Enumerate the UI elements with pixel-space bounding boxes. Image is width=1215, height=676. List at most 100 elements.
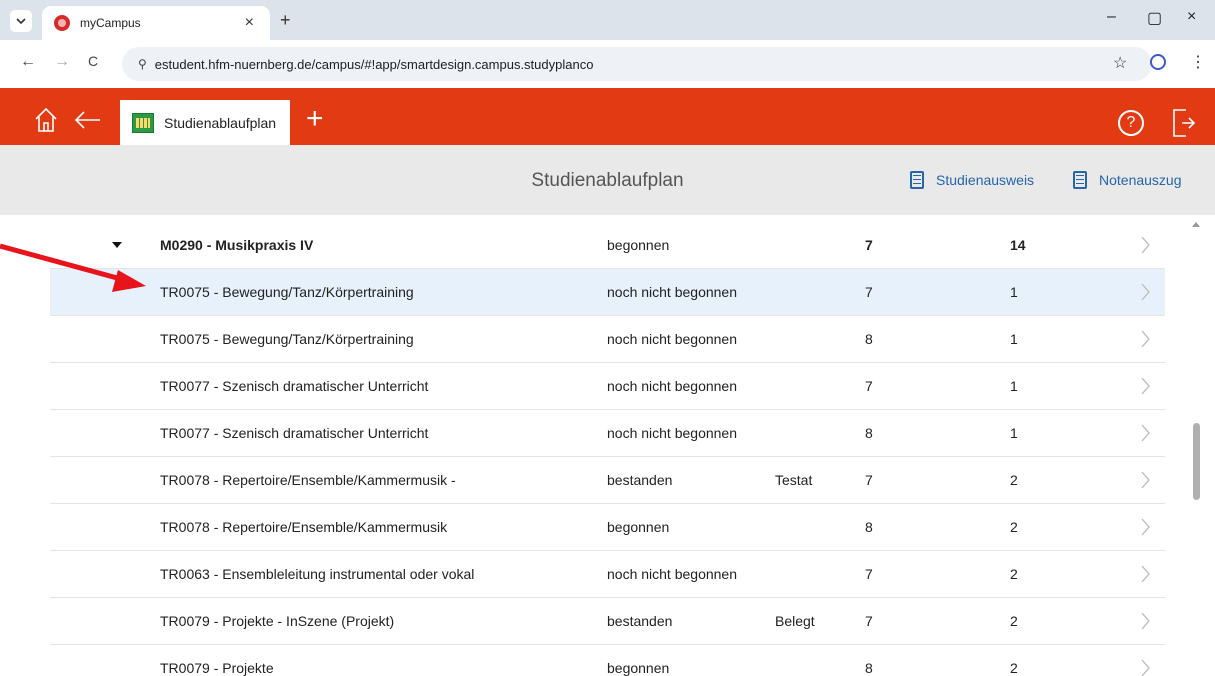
course-name: TR0077 - Szenisch dramatischer Unterrich… [160, 378, 429, 394]
notenauszug-label: Notenauszug [1099, 172, 1182, 188]
course-cp: 2 [1010, 566, 1018, 582]
table-row[interactable]: TR0079 - Projekte - InSzene (Projekt) be… [50, 598, 1165, 645]
module-status: begonnen [607, 237, 670, 253]
chevron-right-icon[interactable] [1140, 471, 1150, 489]
course-cp: 1 [1010, 331, 1018, 347]
course-status: noch nicht begonnen [607, 566, 737, 582]
course-status: begonnen [607, 660, 670, 676]
course-name: TR0078 - Repertoire/Ensemble/Kammermusik… [160, 472, 456, 488]
course-semester: 8 [865, 519, 873, 535]
course-grade: Testat [775, 472, 813, 488]
collapse-caret-icon[interactable] [112, 242, 122, 248]
course-semester: 8 [865, 331, 873, 347]
course-name: TR0075 - Bewegung/Tanz/Körpertraining [160, 284, 414, 300]
address-bar[interactable]: ⚲ estudent.hfm-nuernberg.de/campus/#!app… [122, 47, 1152, 81]
course-name: TR0079 - Projekte - InSzene (Projekt) [160, 613, 395, 629]
document-icon [1073, 171, 1087, 189]
window-close-button[interactable]: × [1187, 8, 1196, 26]
chevron-right-icon[interactable] [1140, 565, 1150, 583]
browser-tabstrip: myCampus × + – ▢ × [0, 0, 1215, 40]
module-group-row[interactable]: M0290 - Musikpraxis IV begonnen 7 14 [50, 222, 1165, 269]
course-cp: 1 [1010, 378, 1018, 394]
course-name: TR0078 - Repertoire/Ensemble/Kammermusik [160, 519, 448, 535]
home-icon[interactable] [34, 107, 58, 133]
course-semester: 8 [865, 660, 873, 676]
course-status: bestanden [607, 613, 673, 629]
studienausweis-button[interactable]: Studienausweis [910, 171, 1034, 189]
course-status: bestanden [607, 472, 673, 488]
course-status: noch nicht begonnen [607, 284, 737, 300]
new-tab-button[interactable]: + [280, 10, 291, 31]
reload-button[interactable]: C [88, 53, 98, 69]
course-cp: 2 [1010, 519, 1018, 535]
table-row[interactable]: TR0063 - Ensembleleitung instrumental od… [50, 551, 1165, 598]
back-button[interactable]: ← [20, 53, 36, 71]
table-icon [132, 112, 154, 133]
profile-avatar-icon[interactable] [1150, 54, 1166, 70]
document-icon [910, 171, 924, 189]
back-arrow-icon[interactable] [74, 110, 102, 130]
site-info-icon[interactable]: ⚲ [138, 57, 147, 71]
table-row[interactable]: TR0078 - Repertoire/Ensemble/Kammermusik… [50, 504, 1165, 551]
course-status: begonnen [607, 519, 670, 535]
course-status: noch nicht begonnen [607, 378, 737, 394]
logout-icon[interactable] [1172, 108, 1196, 138]
bookmark-star-icon[interactable]: ☆ [1113, 53, 1127, 73]
course-grade: Belegt [775, 613, 815, 629]
course-name: TR0079 - Projekte [160, 660, 274, 676]
browser-tab[interactable]: myCampus × [42, 6, 270, 40]
notenauszug-button[interactable]: Notenauszug [1073, 171, 1182, 189]
course-cp: 2 [1010, 613, 1018, 629]
course-semester: 7 [865, 284, 873, 300]
help-icon[interactable]: ? [1118, 110, 1144, 136]
add-tab-icon[interactable]: + [306, 102, 324, 136]
course-semester: 7 [865, 378, 873, 394]
chevron-right-icon[interactable] [1140, 659, 1150, 676]
studienausweis-label: Studienausweis [936, 172, 1035, 188]
course-semester: 8 [865, 425, 873, 441]
minimize-button[interactable]: – [1107, 8, 1116, 26]
course-semester: 7 [865, 472, 873, 488]
table-row[interactable]: TR0077 - Szenisch dramatischer Unterrich… [50, 410, 1165, 457]
tab-search-button[interactable] [10, 10, 32, 32]
chevron-right-icon[interactable] [1140, 377, 1150, 395]
chevron-down-icon [16, 18, 26, 25]
course-name: TR0077 - Szenisch dramatischer Unterrich… [160, 425, 429, 441]
browser-toolbar: ← → C ⚲ estudent.hfm-nuernberg.de/campus… [0, 40, 1215, 88]
restore-button[interactable]: ▢ [1147, 8, 1162, 28]
scroll-up-icon[interactable] [1192, 222, 1200, 227]
table-row[interactable]: TR0079 - Projekte begonnen 8 2 [50, 645, 1165, 676]
site-favicon-icon [54, 15, 70, 31]
chevron-right-icon[interactable] [1140, 236, 1150, 254]
table-row[interactable]: TR0077 - Szenisch dramatischer Unterrich… [50, 363, 1165, 410]
browser-tab-title: myCampus [80, 16, 141, 30]
course-semester: 7 [865, 613, 873, 629]
app-tab-label: Studienablaufplan [164, 114, 277, 131]
module-name: M0290 - Musikpraxis IV [160, 237, 314, 253]
study-plan-table: M0290 - Musikpraxis IV begonnen 7 14 TR0… [50, 222, 1165, 676]
course-cp: 2 [1010, 472, 1018, 488]
chevron-right-icon[interactable] [1140, 612, 1150, 630]
course-cp: 1 [1010, 425, 1018, 441]
course-name: TR0075 - Bewegung/Tanz/Körpertraining [160, 331, 414, 347]
table-row[interactable]: TR0078 - Repertoire/Ensemble/Kammermusik… [50, 457, 1165, 504]
module-cp: 14 [1010, 237, 1026, 253]
course-cp: 1 [1010, 284, 1018, 300]
tab-studienablaufplan[interactable]: Studienablaufplan [120, 100, 290, 145]
course-status: noch nicht begonnen [607, 425, 737, 441]
chevron-right-icon[interactable] [1140, 424, 1150, 442]
chevron-right-icon[interactable] [1140, 283, 1150, 301]
table-row[interactable]: TR0075 - Bewegung/Tanz/Körpertraining no… [50, 269, 1165, 316]
course-cp: 2 [1010, 660, 1018, 676]
course-status: noch nicht begonnen [607, 331, 737, 347]
chevron-right-icon[interactable] [1140, 330, 1150, 348]
chevron-right-icon[interactable] [1140, 518, 1150, 536]
url-text[interactable]: estudent.hfm-nuernberg.de/campus/#!app/s… [155, 57, 594, 72]
browser-menu-icon[interactable]: ⋮ [1190, 52, 1206, 72]
tab-close-icon[interactable]: × [245, 14, 254, 32]
forward-button[interactable]: → [54, 53, 70, 71]
course-name: TR0063 - Ensembleleitung instrumental od… [160, 566, 475, 582]
module-semester: 7 [865, 237, 873, 253]
scrollbar-thumb[interactable] [1193, 423, 1200, 500]
table-row[interactable]: TR0075 - Bewegung/Tanz/Körpertraining no… [50, 316, 1165, 363]
